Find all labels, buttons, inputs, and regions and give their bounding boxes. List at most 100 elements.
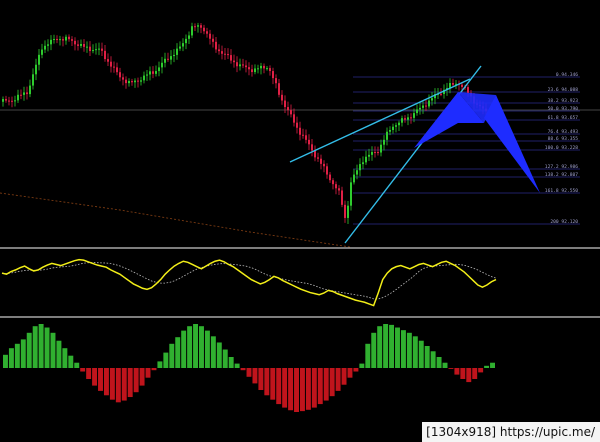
candle-body xyxy=(236,62,238,67)
histogram-bar xyxy=(276,368,282,405)
candle-body xyxy=(164,58,166,63)
candle-body xyxy=(362,162,364,165)
histogram-bar xyxy=(288,368,294,411)
candle-body xyxy=(425,105,427,107)
histogram-bar xyxy=(151,368,157,371)
candle-body xyxy=(221,51,223,54)
candle-body xyxy=(350,182,352,206)
histogram-bar xyxy=(317,368,323,405)
histogram-bar xyxy=(442,362,448,368)
candle-body xyxy=(296,122,298,128)
candle-body xyxy=(380,144,382,153)
candle-body xyxy=(353,174,355,183)
candle-body xyxy=(410,117,412,119)
histogram-bar xyxy=(365,343,371,368)
histogram-bar xyxy=(26,332,32,368)
candle-body xyxy=(53,38,55,40)
candle-body xyxy=(317,157,319,159)
candle-body xyxy=(245,65,247,68)
candle-body xyxy=(326,166,328,175)
histogram-bar xyxy=(103,368,109,396)
candle-body xyxy=(257,68,259,70)
candle-body xyxy=(266,68,268,70)
histogram-bar xyxy=(115,368,121,403)
candle-body xyxy=(251,69,253,73)
candle-body xyxy=(128,81,130,84)
candle-body xyxy=(320,158,322,164)
candle-body xyxy=(203,27,205,32)
candle-body xyxy=(143,75,145,81)
histogram-bar xyxy=(98,368,103,391)
fib-level-label: 61.8 93.657 xyxy=(548,115,579,121)
candle-body xyxy=(278,83,280,95)
histogram-bar xyxy=(121,368,127,401)
candle-body xyxy=(197,25,199,27)
histogram-bar xyxy=(311,368,317,408)
candle-body xyxy=(398,122,400,126)
candle-body xyxy=(389,129,391,132)
candle-body xyxy=(392,126,394,130)
histogram-bar xyxy=(3,354,8,368)
candle-body xyxy=(8,100,10,102)
histogram-bar xyxy=(216,342,222,368)
histogram-bar xyxy=(169,343,175,368)
candle-body xyxy=(56,38,58,41)
candle-body xyxy=(11,100,13,102)
candle-body xyxy=(200,25,202,28)
candle-body xyxy=(62,39,64,41)
fib-level-label: 88.6 93.355 xyxy=(548,136,579,142)
candle-body xyxy=(107,59,109,62)
histogram-bar xyxy=(466,368,472,383)
histogram-bar xyxy=(157,361,163,368)
histogram-bar xyxy=(436,357,442,368)
candle-body xyxy=(341,190,343,205)
histogram-bar xyxy=(68,355,74,368)
candle-body xyxy=(140,80,142,82)
histogram-bar xyxy=(412,336,418,368)
histogram-bar xyxy=(50,332,56,368)
histogram-bar xyxy=(478,368,484,373)
histogram-bar xyxy=(20,339,26,368)
candle-body xyxy=(242,64,244,66)
candle-body xyxy=(155,71,157,74)
histogram-bar xyxy=(270,368,276,400)
candle-body xyxy=(125,79,127,84)
histogram-bar xyxy=(329,368,335,397)
candle-body xyxy=(263,65,265,69)
candle-body xyxy=(347,205,349,218)
candle-body xyxy=(377,152,379,154)
histogram-bar xyxy=(258,368,264,390)
histogram-bar xyxy=(389,324,395,368)
candle-body xyxy=(374,152,376,154)
histogram-bar xyxy=(139,368,145,386)
candle-body xyxy=(35,64,37,75)
candle-body xyxy=(290,110,292,115)
candle-body xyxy=(5,99,7,101)
histogram-bar xyxy=(282,368,288,408)
candle-body xyxy=(323,163,325,167)
candle-body xyxy=(92,50,94,52)
histogram-bar xyxy=(56,340,62,368)
histogram-bar xyxy=(38,324,44,368)
histogram-bar xyxy=(305,368,311,410)
image-host-watermark: [1304x918] https://upic.me/ xyxy=(422,422,600,442)
candle-body xyxy=(98,48,100,50)
histogram-bar xyxy=(32,326,38,368)
candle-body xyxy=(173,54,175,57)
histogram-bar xyxy=(252,368,258,384)
candle-body xyxy=(233,60,235,63)
candle-body xyxy=(116,67,118,73)
candle-body xyxy=(77,44,79,46)
candle-body xyxy=(311,144,313,151)
candle-body xyxy=(332,180,334,185)
candle-body xyxy=(371,152,373,155)
candle-body xyxy=(239,64,241,67)
histogram-bar xyxy=(109,368,115,400)
candle-body xyxy=(2,99,4,102)
trading-chart[interactable]: 0.94.346 23.6 94.088 38.2 93.923 50.0 93.79… xyxy=(0,0,600,442)
candle-body xyxy=(113,66,115,68)
candle-body xyxy=(365,156,367,163)
histogram-bar xyxy=(145,368,151,378)
candle-body xyxy=(329,174,331,181)
candle-body xyxy=(131,81,133,83)
